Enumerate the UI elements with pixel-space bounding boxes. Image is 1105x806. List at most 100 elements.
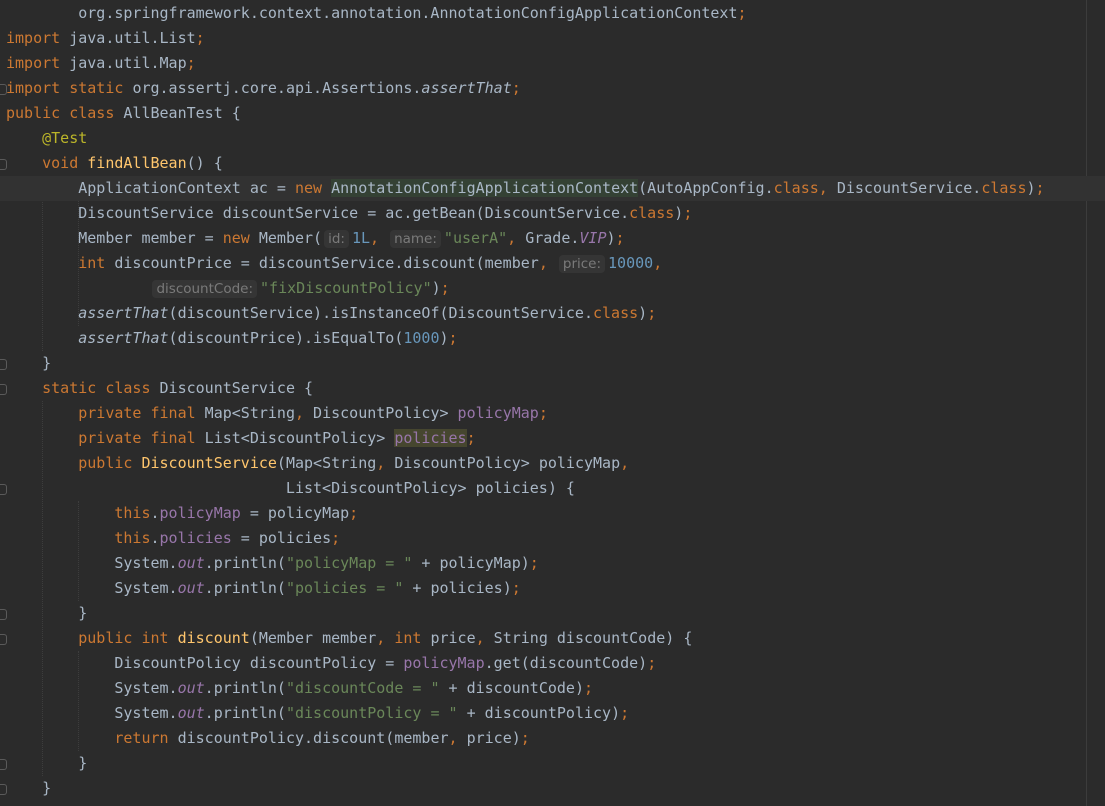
code-text: } [78, 751, 87, 776]
code-token: "fixDiscountPolicy" [260, 279, 432, 297]
code-token: ; [448, 329, 458, 347]
code-line[interactable]: public DiscountService(Map<String, Disco… [0, 451, 1105, 476]
code-line[interactable]: this.policyMap = policyMap; [0, 501, 1105, 526]
code-token: price) [466, 729, 521, 747]
code-token: , [653, 254, 663, 272]
code-token: ; [466, 429, 476, 447]
code-token: ; [583, 679, 594, 697]
code-token: List<DiscountPolicy> [204, 429, 395, 447]
code-token: } [78, 754, 88, 772]
code-token: "policyMap = " [285, 554, 413, 572]
code-token: ; [647, 654, 657, 672]
code-token: int [394, 629, 431, 647]
code-line[interactable]: discountCode: "fixDiscountPolicy"); [0, 276, 1105, 301]
code-token: public [78, 454, 142, 472]
code-token: private final [78, 429, 205, 447]
code-line[interactable]: void findAllBean() { [0, 151, 1105, 176]
code-token: () { [186, 154, 223, 172]
code-token: class [593, 304, 639, 322]
code-text: static class DiscountService { [42, 376, 313, 401]
code-token: , [370, 229, 389, 247]
code-token: System. [114, 679, 178, 697]
code-token: this [114, 504, 151, 522]
code-token: ; [195, 29, 205, 47]
code-token: (AutoAppConfig. [638, 179, 774, 197]
code-text: Member member = new Member(id: 1L, name: "… [78, 226, 625, 252]
code-text: this.policies = policies; [114, 526, 340, 551]
code-text: import java.util.List; [6, 26, 205, 51]
code-token: org.springframework.context.annotation.A… [78, 4, 738, 22]
code-line[interactable]: System.out.println("discountPolicy = " +… [0, 701, 1105, 726]
code-line[interactable]: public int discount(Member member, int p… [0, 626, 1105, 651]
code-token: policyMap [457, 404, 539, 422]
code-line[interactable]: int discountPrice = discountService.disc… [0, 251, 1105, 276]
code-token: new [294, 179, 332, 197]
code-token: import [6, 29, 70, 47]
code-token: . [150, 504, 160, 522]
code-token: , [376, 629, 395, 647]
code-line[interactable]: this.policies = policies; [0, 526, 1105, 551]
parameter-hint: name: [390, 230, 441, 248]
code-token: System. [114, 579, 178, 597]
code-token: public int [78, 629, 178, 647]
code-token: import static [6, 79, 133, 97]
code-line[interactable]: assertThat(discountService).isInstanceOf… [0, 301, 1105, 326]
code-token: ; [737, 4, 747, 22]
code-line[interactable]: private final List<DiscountPolicy> polic… [0, 426, 1105, 451]
code-line[interactable]: System.out.println("policies = " + polic… [0, 576, 1105, 601]
code-text: import static org.assertj.core.api.Asser… [6, 76, 521, 101]
code-text: void findAllBean() { [42, 151, 223, 176]
code-token: ; [683, 204, 693, 222]
code-token: ) [431, 279, 441, 297]
code-token: , [448, 729, 467, 747]
code-line[interactable]: static class DiscountService { [0, 376, 1105, 401]
code-line[interactable]: List<DiscountPolicy> policies) { [0, 476, 1105, 501]
code-line[interactable]: System.out.println("policyMap = " + poli… [0, 551, 1105, 576]
code-line[interactable]: ApplicationContext ac = new AnnotationCo… [0, 176, 1105, 201]
code-token: static class [42, 379, 160, 397]
code-line[interactable]: @Test [0, 126, 1105, 151]
code-token: DiscountService. [836, 179, 982, 197]
code-token: .println( [204, 579, 286, 597]
code-token: import [6, 54, 70, 72]
code-line[interactable]: import java.util.Map; [0, 51, 1105, 76]
code-token: List<DiscountPolicy> policies) { [285, 479, 575, 497]
code-line[interactable]: public class AllBeanTest { [0, 101, 1105, 126]
code-editor[interactable]: org.springframework.context.annotation.A… [0, 0, 1105, 806]
code-line[interactable]: DiscountService discountService = ac.get… [0, 201, 1105, 226]
code-text: private final List<DiscountPolicy> polic… [78, 426, 476, 451]
code-line[interactable]: DiscountPolicy discountPolicy = policyMa… [0, 651, 1105, 676]
code-token: int [78, 254, 115, 272]
code-token: ; [440, 279, 450, 297]
code-token: DiscountPolicy> policyMap [394, 454, 621, 472]
code-line[interactable]: Member member = new Member(id: 1L, name: "… [0, 226, 1105, 251]
code-line[interactable]: import static org.assertj.core.api.Asser… [0, 76, 1105, 101]
code-line[interactable]: org.springframework.context.annotation.A… [0, 1, 1105, 26]
code-token: + policyMap) [412, 554, 530, 572]
code-line[interactable]: import java.util.List; [0, 26, 1105, 51]
code-token: "policies = " [285, 579, 404, 597]
code-token: ; [331, 529, 341, 547]
code-text: System.out.println("discountCode = " + d… [114, 676, 593, 701]
code-line[interactable]: System.out.println("discountCode = " + d… [0, 676, 1105, 701]
code-token: , [376, 454, 395, 472]
code-line[interactable]: private final Map<String, DiscountPolicy… [0, 401, 1105, 426]
code-token: 1000 [403, 329, 440, 347]
code-line[interactable]: } [0, 776, 1105, 801]
code-token: System. [114, 704, 178, 722]
code-token: 10000 [608, 254, 654, 272]
code-token: class [629, 204, 675, 222]
code-text: ApplicationContext ac = new AnnotationCo… [78, 176, 1045, 201]
code-line[interactable]: assertThat(discountPrice).isEqualTo(1000… [0, 326, 1105, 351]
code-token: Member( [258, 229, 323, 247]
code-line[interactable]: } [0, 751, 1105, 776]
code-token: , [538, 254, 557, 272]
code-token: AllBeanTest { [123, 104, 241, 122]
code-line[interactable]: } [0, 601, 1105, 626]
code-token: 1L [351, 229, 371, 247]
code-text: } [78, 601, 87, 626]
code-token: ApplicationContext ac = [78, 179, 295, 197]
code-line[interactable]: return discountPolicy.discount(member, p… [0, 726, 1105, 751]
code-text: @Test [42, 126, 87, 151]
code-line[interactable]: } [0, 351, 1105, 376]
